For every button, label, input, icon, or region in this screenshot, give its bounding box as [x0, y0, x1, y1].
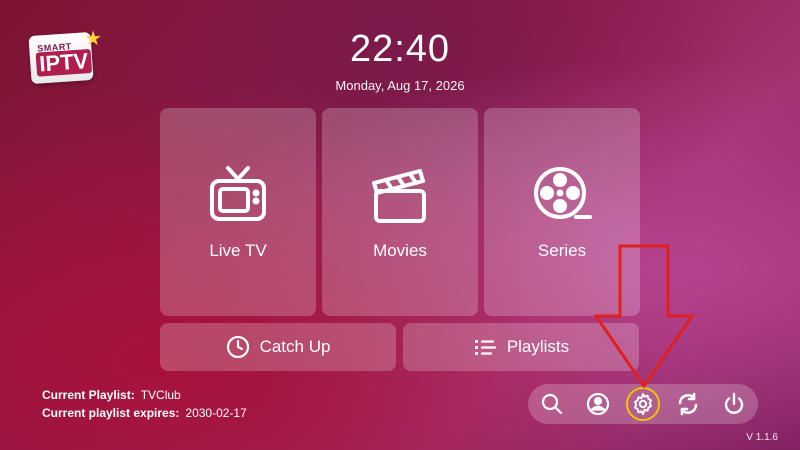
catch-up-tile[interactable]: Catch Up [160, 323, 396, 371]
catch-up-label: Catch Up [259, 337, 331, 356]
version-label: V 1.1.6 [746, 432, 778, 443]
live-tv-label: Live TV [209, 241, 267, 260]
movies-label: Movies [373, 241, 427, 260]
movies-tile[interactable]: Movies [322, 108, 478, 316]
refresh-icon [678, 392, 698, 416]
current-playlist-label: Current Playlist: [42, 388, 135, 402]
clock-time: 22:40 [349, 28, 451, 70]
playlists-label: Playlists [506, 337, 570, 356]
search-button[interactable] [536, 388, 568, 420]
list-icon [474, 340, 496, 355]
settings-button[interactable] [626, 387, 660, 421]
clock-date: Monday, Aug 17, 2026 [335, 78, 465, 93]
live-tv-tile[interactable]: Live TV [160, 108, 316, 316]
refresh-button[interactable] [672, 388, 704, 420]
series-label: Series [537, 241, 587, 260]
playlist-expires-label: Current playlist expires: [42, 406, 180, 420]
settings-icon [634, 393, 652, 415]
current-playlist-value: TVClub [140, 388, 181, 402]
playlist-expires-info: Current playlist expires: 2030-02-17 [42, 406, 247, 420]
playlist-expires-value: 2030-02-17 [185, 406, 247, 420]
profile-button[interactable] [582, 388, 614, 420]
profile-icon [586, 392, 610, 416]
power-button[interactable] [718, 388, 750, 420]
film-reel-icon [534, 167, 592, 219]
annotation-arrow [593, 244, 695, 389]
bottom-toolbar [528, 384, 758, 424]
tv-icon [210, 166, 266, 221]
clock-icon [226, 335, 249, 359]
clapperboard-icon [372, 169, 426, 223]
power-icon [724, 392, 744, 414]
search-icon [541, 393, 563, 415]
current-playlist-info: Current Playlist: TVClub [42, 388, 181, 402]
